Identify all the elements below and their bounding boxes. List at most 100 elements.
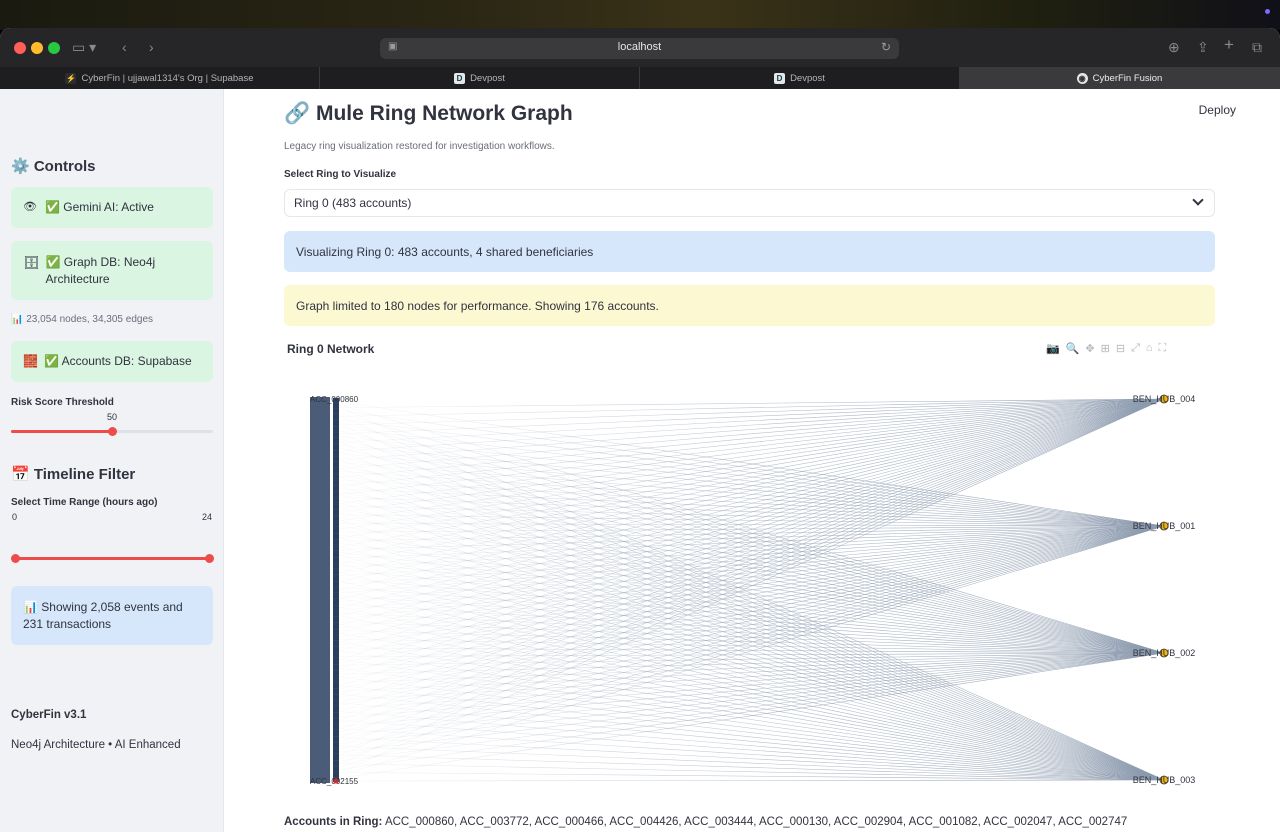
account-node[interactable] [333, 600, 339, 604]
account-node[interactable] [333, 461, 339, 464]
forward-icon[interactable]: › [149, 38, 154, 56]
pan-icon[interactable]: ✥ [1085, 342, 1094, 355]
time-range-end-handle[interactable] [205, 554, 214, 563]
sidebar-toggle-icon[interactable]: ▭ ▾ [72, 38, 96, 56]
account-node[interactable] [333, 685, 339, 689]
account-node[interactable] [333, 677, 339, 680]
fullscreen-icon[interactable]: ⛶ [1159, 342, 1167, 355]
account-node[interactable] [333, 415, 339, 418]
account-node[interactable] [333, 524, 339, 527]
account-node[interactable] [333, 624, 339, 628]
zoom-window-button[interactable] [48, 42, 60, 54]
account-node[interactable] [333, 736, 339, 739]
account-node[interactable] [333, 559, 339, 562]
account-node[interactable] [333, 448, 339, 451]
account-node[interactable] [333, 469, 339, 473]
account-node[interactable] [333, 633, 339, 636]
account-node[interactable] [333, 631, 339, 634]
account-node[interactable] [333, 670, 339, 674]
account-node[interactable] [333, 439, 339, 442]
account-node[interactable] [333, 445, 339, 449]
account-node[interactable] [333, 651, 339, 654]
account-node[interactable] [333, 742, 339, 746]
account-node[interactable] [333, 583, 339, 586]
tab-devpost-1[interactable]: D Devpost [320, 67, 640, 89]
account-node[interactable] [333, 489, 339, 492]
account-node[interactable] [333, 485, 339, 488]
account-node[interactable] [333, 408, 339, 412]
account-node[interactable] [333, 530, 339, 534]
account-node[interactable] [333, 723, 339, 726]
account-node[interactable] [333, 731, 339, 735]
account-node[interactable] [333, 506, 339, 510]
account-node[interactable] [333, 537, 339, 540]
account-node[interactable] [333, 480, 339, 484]
account-node[interactable] [333, 463, 339, 466]
account-node[interactable] [333, 757, 339, 761]
home-icon[interactable]: ⌂ [1146, 342, 1153, 355]
share-icon[interactable]: ⇪ [1197, 38, 1209, 56]
tab-overview-icon[interactable]: ⧉ [1252, 38, 1262, 56]
account-node[interactable] [333, 688, 339, 691]
ring-select[interactable]: Ring 0 (483 accounts) [284, 189, 1215, 217]
back-icon[interactable]: ‹ [122, 38, 127, 56]
account-node[interactable] [333, 546, 339, 549]
account-node[interactable] [333, 716, 339, 719]
account-node[interactable] [333, 764, 339, 767]
camera-icon[interactable]: 📷 [1046, 342, 1060, 355]
account-node[interactable] [333, 528, 339, 532]
account-node[interactable] [333, 511, 339, 514]
account-node[interactable] [333, 657, 339, 660]
account-node[interactable] [333, 476, 339, 479]
new-tab-icon[interactable]: + [1224, 36, 1234, 54]
account-node[interactable] [333, 696, 339, 700]
account-node[interactable] [333, 594, 339, 597]
account-node[interactable] [333, 666, 339, 669]
account-node[interactable] [333, 690, 339, 693]
account-node[interactable] [333, 598, 339, 602]
account-node[interactable] [333, 565, 339, 569]
account-node[interactable] [333, 413, 339, 416]
account-node[interactable] [333, 517, 339, 521]
account-node[interactable] [333, 618, 339, 621]
account-node[interactable] [333, 705, 339, 708]
reload-icon[interactable]: ↻ [881, 40, 891, 54]
autoscale-icon[interactable]: ⤢ [1131, 342, 1140, 355]
account-node[interactable] [333, 640, 339, 643]
account-node[interactable] [333, 522, 339, 525]
account-node[interactable] [333, 581, 339, 584]
account-node[interactable] [333, 417, 339, 420]
account-node[interactable] [333, 609, 339, 612]
account-node[interactable] [333, 709, 339, 713]
account-node[interactable] [333, 533, 339, 536]
account-node[interactable] [333, 430, 339, 433]
account-node[interactable] [333, 509, 339, 512]
account-node[interactable] [333, 747, 339, 750]
risk-threshold-slider[interactable] [11, 427, 213, 436]
account-node[interactable] [333, 589, 339, 593]
account-node[interactable] [333, 613, 339, 617]
account-node[interactable] [333, 563, 339, 567]
account-node[interactable] [333, 498, 339, 501]
zoom-icon[interactable]: 🔍 [1066, 342, 1080, 355]
account-node[interactable] [333, 561, 339, 564]
account-node[interactable] [333, 740, 339, 743]
tab-cyberfin-fusion[interactable]: ◉ CyberFin Fusion [960, 67, 1280, 89]
account-node[interactable] [333, 535, 339, 538]
account-node[interactable] [333, 458, 339, 462]
account-node[interactable] [333, 434, 339, 438]
account-node[interactable] [333, 465, 339, 468]
slider-handle[interactable] [108, 427, 117, 436]
address-bar[interactable]: ▣ localhost ↻ [380, 38, 899, 59]
account-node[interactable] [333, 443, 339, 447]
tab-supabase[interactable]: ⚡ CyberFin | ujjawal1314's Org | Supabas… [0, 67, 320, 89]
account-node[interactable] [333, 755, 339, 759]
account-node[interactable] [333, 653, 339, 656]
account-node[interactable] [333, 620, 339, 623]
account-node[interactable] [333, 729, 339, 732]
account-node[interactable] [333, 664, 339, 667]
account-node[interactable] [333, 482, 339, 486]
account-node[interactable] [333, 725, 339, 728]
account-node[interactable] [333, 526, 339, 529]
account-node[interactable] [333, 749, 339, 752]
